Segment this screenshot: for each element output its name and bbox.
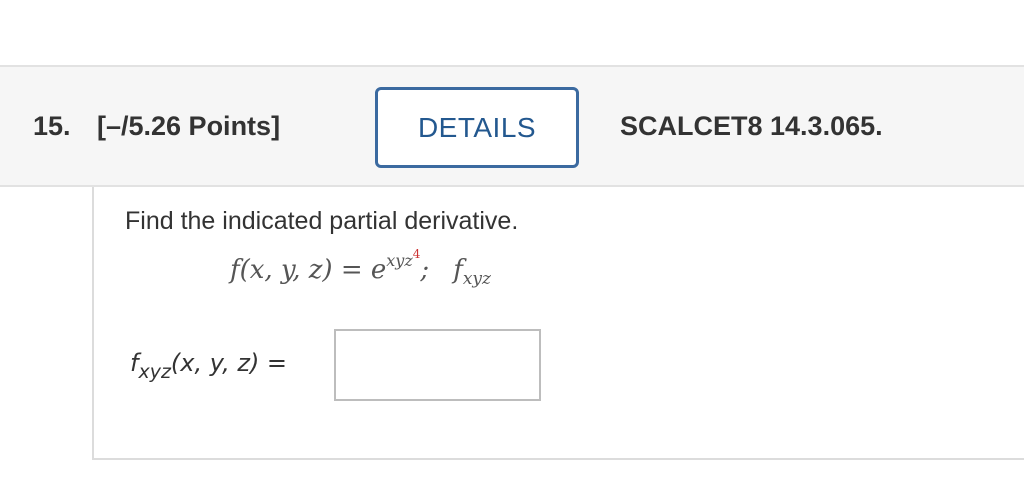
question-body: Find the indicated partial derivative. f… — [92, 187, 1024, 460]
question-number: 15. — [33, 111, 71, 141]
exponent-base: xyz — [386, 251, 413, 270]
function-equation: f(x, y, z) = exyz4; fxyz — [230, 247, 491, 289]
details-button[interactable]: DETAILS — [375, 87, 579, 168]
answer-label-subscript: xyz — [138, 361, 171, 383]
points-label: [–/5.26 Points] — [97, 111, 281, 141]
question-header: 15. [–/5.26 Points] DETAILS SCALCET8 14.… — [0, 65, 1024, 187]
target-subscript: xyz — [462, 269, 491, 289]
function-lhs: f(x, y, z) = e — [230, 255, 387, 285]
exponent-power: 4 — [412, 247, 421, 261]
answer-input[interactable] — [334, 329, 541, 401]
source-reference: SCALCET8 14.3.065. — [620, 111, 883, 141]
separator: ; — [420, 255, 430, 285]
answer-label-rest: (x, y, z) = — [170, 349, 288, 377]
target-symbol: f — [453, 255, 463, 285]
question-prompt: Find the indicated partial derivative. — [125, 207, 519, 235]
answer-label: fxyz(x, y, z) = — [130, 349, 288, 383]
